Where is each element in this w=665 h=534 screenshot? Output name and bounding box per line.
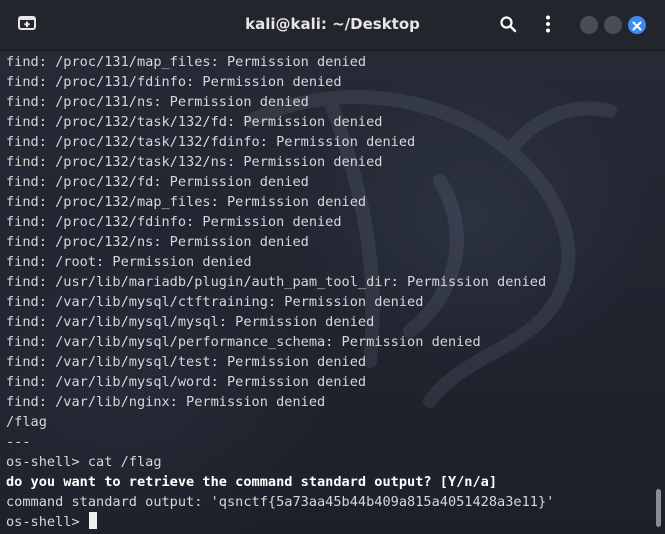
- terminal-line: find: /var/lib/mysql/test: Permission de…: [6, 354, 367, 370]
- titlebar: kali@kali: ~/Desktop: [0, 0, 665, 51]
- terminal-output: find: /proc/131/map_files: Permission de…: [6, 52, 646, 532]
- minimize-button[interactable]: [580, 16, 598, 34]
- terminal-line: find: /proc/132/map_files: Permission de…: [6, 194, 367, 210]
- search-icon: [499, 15, 517, 37]
- command-prompt-line[interactable]: os-shell>: [6, 512, 646, 532]
- terminal-line: find: /proc/132/fdinfo: Permission denie…: [6, 214, 342, 230]
- terminal-line: find: /proc/132/task/132/ns: Permission …: [6, 154, 383, 170]
- terminal-line: find: /proc/131/fdinfo: Permission denie…: [6, 74, 342, 90]
- terminal-line: find: /var/lib/mysql/mysql: Permission d…: [6, 314, 375, 330]
- terminal-output-area[interactable]: find: /proc/131/map_files: Permission de…: [0, 51, 665, 534]
- maximize-button[interactable]: [604, 16, 622, 34]
- close-button[interactable]: [628, 16, 646, 34]
- terminal-line: command standard output: 'qsnctf{5a73aa4…: [6, 494, 555, 510]
- terminal-window: kali@kali: ~/Desktop find: /proc/131/map…: [0, 0, 665, 534]
- terminal-line: find: /proc/131/ns: Permission denied: [6, 94, 309, 110]
- terminal-line: find: /root: Permission denied: [6, 254, 252, 270]
- terminal-line: /flag: [6, 414, 47, 430]
- menu-button[interactable]: [534, 12, 562, 40]
- terminal-line: find: /var/lib/mysql/word: Permission de…: [6, 374, 367, 390]
- terminal-line: find: /usr/lib/mariadb/plugin/auth_pam_t…: [6, 274, 547, 290]
- terminal-line: ---: [6, 434, 31, 450]
- scrollbar-thumb[interactable]: [656, 489, 661, 527]
- text-cursor: [88, 512, 97, 529]
- search-button[interactable]: [494, 12, 522, 40]
- terminal-line: find: /proc/132/task/132/fdinfo: Permiss…: [6, 134, 416, 150]
- terminal-line: find: /var/lib/nginx: Permission denied: [6, 394, 326, 410]
- terminal-line: do you want to retrieve the command stan…: [6, 474, 498, 490]
- terminal-line: os-shell> cat /flag: [6, 454, 162, 470]
- terminal-line: find: /var/lib/mysql/performance_schema:…: [6, 334, 481, 350]
- kebab-menu-icon: [545, 15, 551, 37]
- terminal-line: find: /proc/132/fd: Permission denied: [6, 174, 309, 190]
- window-title: kali@kali: ~/Desktop: [245, 15, 420, 33]
- close-icon: [632, 16, 642, 35]
- terminal-line: find: /proc/131/map_files: Permission de…: [6, 54, 367, 70]
- terminal-line: find: /proc/132/task/132/fd: Permission …: [6, 114, 383, 130]
- shell-prompt: os-shell>: [6, 514, 88, 530]
- terminal-line: find: /var/lib/mysql/ctftraining: Permis…: [6, 294, 424, 310]
- scrollbar[interactable]: [653, 51, 665, 534]
- terminal-line: find: /proc/132/ns: Permission denied: [6, 234, 309, 250]
